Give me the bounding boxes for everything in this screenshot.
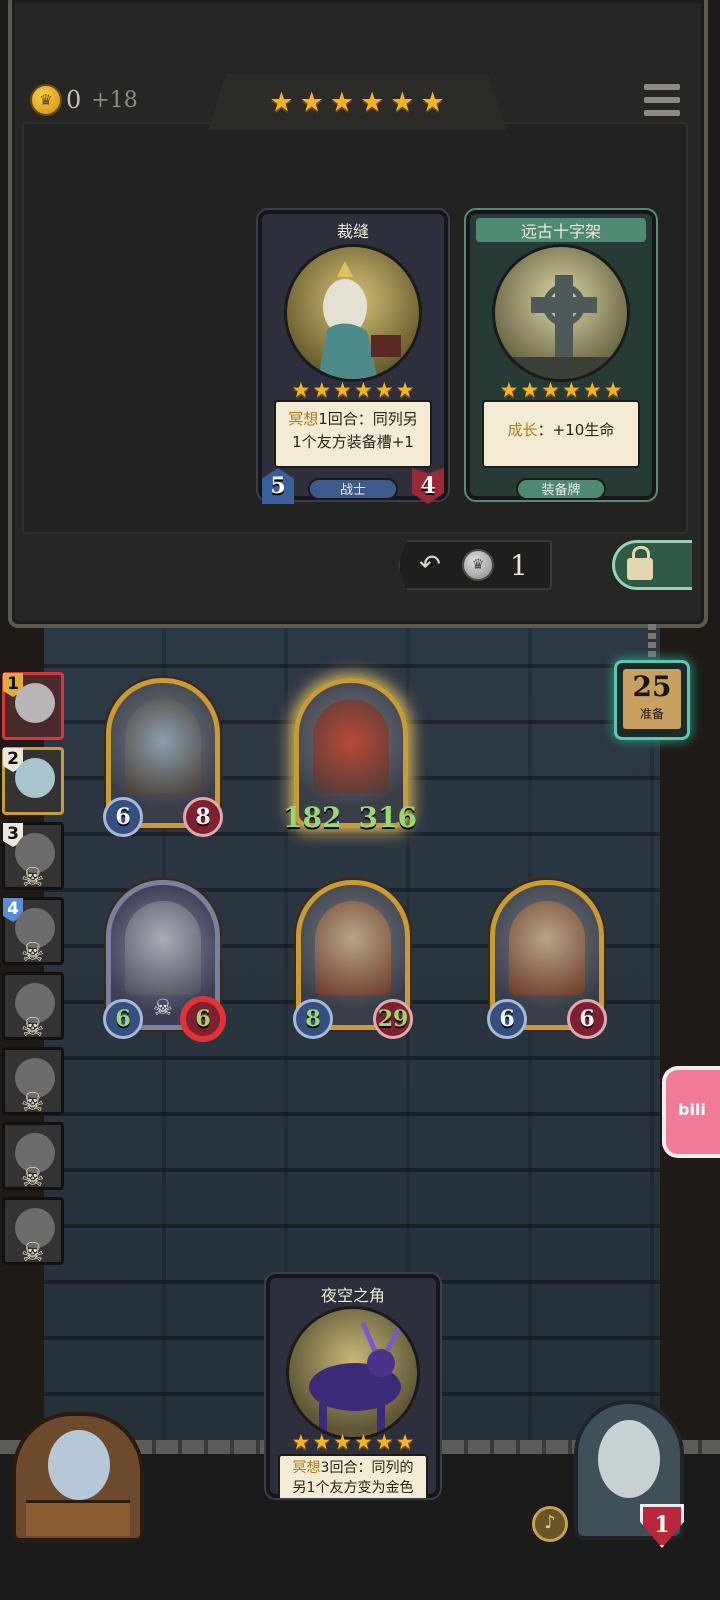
team-slot[interactable]: ☠ — [2, 1122, 64, 1193]
unit-health: 8 — [183, 797, 223, 837]
unit-attack: 6 — [103, 797, 143, 837]
star-icon: ★ — [390, 86, 415, 118]
avatar — [48, 1430, 110, 1500]
unit-art — [125, 699, 201, 793]
skull-icon: ☠ — [21, 1238, 45, 1268]
treasure-chest — [26, 1500, 130, 1536]
card-attack: 5 — [262, 468, 294, 504]
unit-attack: 6 — [487, 999, 527, 1039]
unit-attack: 8 — [293, 999, 333, 1039]
shop-card-tailor[interactable]: 裁缝 ★ ★ ★ ★ ★ ★ 冥想1回合：同列另 1个友方装备槽+1 战士 5 4 — [258, 210, 448, 504]
turn-number: 25 — [632, 670, 672, 703]
lock-shop-button[interactable] — [612, 540, 692, 590]
menu-icon — [644, 84, 680, 90]
card-stars: ★ ★ ★ ★ ★ ★ — [499, 378, 623, 402]
board-unit[interactable]: ☠ 6 6 — [103, 880, 223, 1039]
unit-attack: 182 — [283, 800, 342, 834]
avatar — [15, 758, 55, 798]
refresh-cost: 1 — [510, 548, 528, 582]
card-description: 冥想1回合：同列另 1个友方装备槽+1 — [274, 400, 432, 468]
team-slot[interactable]: 2 — [2, 747, 64, 815]
avatar — [15, 683, 55, 723]
turn-counter[interactable]: 25 准备 — [614, 660, 690, 740]
turn-label: 准备 — [639, 707, 664, 721]
refresh-bar: ↶ ♛ 1 — [398, 540, 552, 590]
team-slot[interactable]: 1 — [2, 672, 64, 740]
board-unit[interactable]: 8 29 — [293, 880, 413, 1039]
team-slot[interactable]: 4 ☠ — [2, 897, 64, 968]
skull-icon: ☠ — [153, 996, 173, 1021]
shop-card-ancient-cross[interactable]: 远古十字架 ★ ★ ★ ★ ★ ★ 成长：+10生命 装备牌 — [466, 210, 656, 500]
tailor-art — [318, 261, 401, 379]
card-portrait — [286, 1306, 420, 1440]
team-slot[interactable]: ☠ — [2, 972, 64, 1043]
skull-icon: ☠ — [21, 1088, 45, 1118]
star-icon: ★ — [420, 86, 445, 118]
player-hero-portrait[interactable] — [12, 1412, 144, 1542]
card-title: 裁缝 — [336, 222, 369, 241]
tavern-tier-stars: ★ ★ ★ ★ ★ ★ — [208, 74, 506, 130]
hand-card-night-sky-horn[interactable]: 夜空之角 ★ ★ ★ ★ ★ ★ 冥想3回合：同列的 另1个友方变为金色 — [266, 1274, 440, 1498]
lock-icon — [627, 546, 653, 580]
avatar — [598, 1420, 660, 1498]
menu-button[interactable] — [644, 84, 680, 116]
card-stars: ★ ★ ★ ★ ★ ★ — [291, 1430, 415, 1454]
skull-icon: ☠ — [21, 1013, 45, 1043]
card-title: 夜空之角 — [320, 1286, 385, 1305]
board-unit[interactable]: 182 316 — [283, 678, 417, 834]
card-description: 冥想3回合：同列的 另1个友方变为金色 — [278, 1454, 428, 1498]
card-stars: ★ ★ ★ ★ ★ ★ — [291, 378, 415, 402]
refresh-button[interactable]: ♛ — [462, 549, 494, 581]
unit-art — [313, 699, 389, 793]
unit-attack: 6 — [103, 999, 143, 1039]
bilibili-side-tab[interactable]: bili — [662, 1066, 720, 1158]
skull-icon: ☠ — [21, 863, 45, 893]
skull-icon: ☠ — [21, 1163, 45, 1193]
right-wall — [660, 628, 720, 1448]
unit-health: 6 — [567, 999, 607, 1039]
crown-coin-icon: ♛ — [30, 84, 62, 116]
card-health: 4 — [412, 468, 444, 504]
gold-amount: 0 — [66, 86, 82, 114]
team-sidebar: 1 2 3 ☠ 4 ☠ ☠ ☠ ☠ ☠ — [2, 672, 68, 1272]
card-type-badge: 战士 — [308, 478, 398, 500]
unit-health: 29 — [373, 999, 413, 1039]
night-horn-art — [309, 1322, 404, 1433]
team-slot[interactable]: ☠ — [2, 1197, 64, 1268]
unit-health: 6 — [183, 999, 223, 1039]
skull-icon: ☠ — [21, 938, 45, 968]
card-description: 成长：+10生命 — [482, 400, 640, 468]
team-slot[interactable]: 3 ☠ — [2, 822, 64, 893]
star-icon: ★ — [269, 86, 294, 118]
card-portrait — [284, 244, 422, 382]
board-unit[interactable]: 6 6 — [487, 880, 607, 1039]
unit-art — [509, 901, 585, 995]
gold-income: +18 — [91, 87, 138, 113]
undo-icon[interactable]: ↶ — [414, 550, 446, 580]
unit-art — [125, 901, 201, 995]
chain — [648, 624, 656, 660]
bell-icon[interactable]: ♪ — [532, 1506, 568, 1542]
card-portrait — [492, 244, 630, 382]
unit-art — [315, 901, 391, 995]
gold-counter: ♛ 0 +18 — [30, 84, 138, 116]
cross-art — [495, 275, 627, 379]
card-title: 远古十字架 — [476, 218, 646, 242]
star-icon: ★ — [360, 86, 385, 118]
star-icon: ★ — [329, 86, 354, 118]
team-slot[interactable]: ☠ — [2, 1047, 64, 1118]
star-icon: ★ — [299, 86, 324, 118]
unit-health: 316 — [358, 800, 417, 834]
card-type-badge: 装备牌 — [516, 478, 606, 500]
board-unit[interactable]: 6 8 — [103, 678, 223, 837]
